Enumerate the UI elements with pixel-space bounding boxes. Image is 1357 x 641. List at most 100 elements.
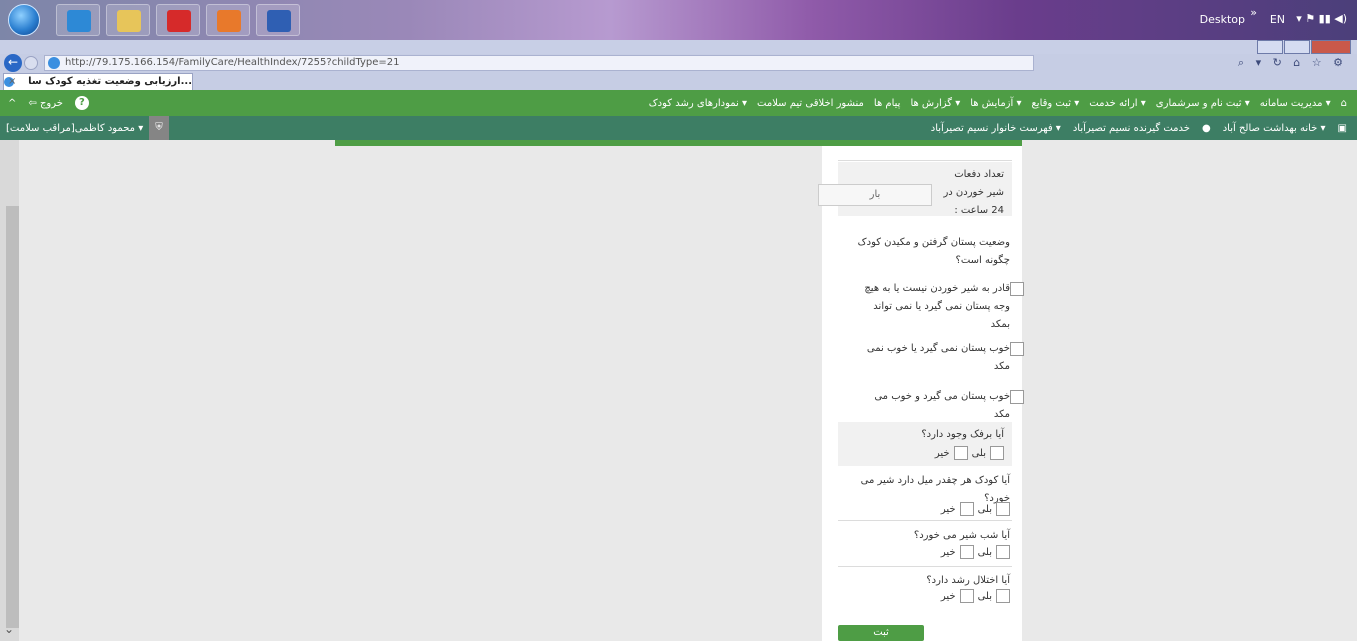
home-icon[interactable]: ⌂ bbox=[1341, 98, 1347, 109]
breadcrumb: ▣ خانه بهداشت صالح آباد ▾ ● خدمت گیرنده … bbox=[931, 116, 1347, 140]
latch-option-1[interactable]: قادر به شیر خوردن نیست یا به هیچ وجه پست… bbox=[860, 280, 1024, 334]
thrush-yes-no: بلی خیر bbox=[935, 446, 1004, 460]
wants-no-label: خیر bbox=[940, 503, 956, 515]
crumb-family-list[interactable]: فهرست خانوار نسیم تصیرآباد ▾ bbox=[931, 123, 1061, 134]
growth-yes-label: بلی bbox=[977, 590, 992, 602]
divider bbox=[838, 160, 1012, 161]
menu-messages[interactable]: پیام ها bbox=[874, 98, 901, 109]
wants-yes-checkbox[interactable] bbox=[996, 502, 1010, 516]
menu-growth-charts[interactable]: نمودارهای رشد کودک ▾ bbox=[649, 98, 747, 109]
windows-taskbar: Desktop » EN ▾ ⚑ ▮▮ ◀) bbox=[0, 0, 1357, 40]
menu-service[interactable]: ارائه خدمت ▾ bbox=[1089, 98, 1146, 109]
toolbar-chevron-icon[interactable]: » bbox=[1250, 6, 1257, 19]
exit-icon: ⇦ bbox=[28, 97, 40, 109]
latch-option-2-label: خوب پستان نمی گیرد یا خوب نمی مکد bbox=[866, 343, 1010, 372]
latch-option-3-label: خوب پستان می گیرد و خوب می مکد bbox=[874, 391, 1010, 420]
help-icon[interactable]: ? bbox=[74, 96, 89, 110]
scrollbar-thumb[interactable] bbox=[6, 206, 19, 628]
tab-title: ...ارزیابی وضعیت تغذیه کودک سا bbox=[28, 76, 192, 87]
night-no-label: خیر bbox=[940, 546, 956, 558]
clinic-icon: ▣ bbox=[1337, 122, 1347, 134]
back-arrow-icon[interactable]: ← bbox=[4, 54, 22, 72]
night-question: آیا شب شیر می خورد؟ bbox=[913, 530, 1010, 541]
latch-option-3-checkbox[interactable] bbox=[1010, 390, 1024, 404]
wants-no-checkbox[interactable] bbox=[959, 502, 974, 516]
collapse-chevron-icon[interactable]: ^ bbox=[8, 98, 16, 109]
person-icon: ● bbox=[1201, 122, 1211, 134]
wants-yes-no: بلی خیر bbox=[941, 502, 1010, 516]
left-scroll-band: ⌄ bbox=[0, 140, 19, 641]
page-favicon-icon bbox=[48, 57, 60, 69]
feed-count-input[interactable]: بار bbox=[818, 184, 932, 206]
growth-no-checkbox[interactable] bbox=[959, 589, 974, 603]
submit-button[interactable]: ثبت bbox=[838, 625, 924, 641]
thrush-no-label: خیر bbox=[934, 447, 950, 459]
exit-label: خروج bbox=[39, 97, 63, 109]
system-tray: Desktop » EN ▾ ⚑ ▮▮ ◀) bbox=[1187, 0, 1357, 40]
crumb-health-house[interactable]: خانه بهداشت صالح آباد ▾ bbox=[1223, 123, 1326, 134]
chevron-down-icon[interactable]: ⌄ bbox=[4, 622, 14, 636]
user-menu[interactable]: محمود کاظمی[مراقب سلامت] ▾ bbox=[6, 123, 143, 134]
minimize-button[interactable] bbox=[1257, 40, 1283, 54]
menu-events[interactable]: ثبت وقایع ▾ bbox=[1031, 98, 1079, 109]
exit-link[interactable]: ⇦ خروج bbox=[28, 98, 63, 109]
acrobat-icon[interactable] bbox=[156, 4, 200, 36]
crumb-client[interactable]: خدمت گیرنده نسیم تصیرآباد bbox=[1073, 123, 1190, 134]
address-bar-row: ← http://79.175.166.154/FamilyCare/Healt… bbox=[0, 54, 1357, 72]
night-yes-checkbox[interactable] bbox=[996, 545, 1010, 559]
thrush-question: آیا برفک وجود دارد؟ bbox=[921, 429, 1004, 440]
menu-registration[interactable]: ثبت نام و سرشماری ▾ bbox=[1156, 98, 1250, 109]
night-yes-label: بلی bbox=[977, 546, 992, 558]
ie-icon[interactable] bbox=[56, 4, 100, 36]
main-navbar: ⌂ مدیریت سامانه ▾ ثبت نام و سرشماری ▾ ار… bbox=[0, 90, 1357, 116]
growth-yes-checkbox[interactable] bbox=[996, 589, 1010, 603]
growth-yes-no: بلی خیر bbox=[941, 589, 1010, 603]
address-bar-icons[interactable]: ⌕ ▾ ↻ ⌂ ☆ ⚙ bbox=[1238, 56, 1347, 70]
tab-active[interactable]: ...ارزیابی وضعیت تغذیه کودک سا × bbox=[3, 73, 193, 90]
thrush-row: آیا برفک وجود دارد؟ بلی خیر bbox=[838, 422, 1012, 466]
growth-no-label: خیر bbox=[940, 590, 956, 602]
feed-count-label: تعداد دفعات شیر خوردن در 24 ساعت : bbox=[943, 169, 1004, 216]
tab-close-icon[interactable]: × bbox=[8, 74, 16, 90]
menu-system-management[interactable]: مدیریت سامانه ▾ bbox=[1260, 98, 1331, 109]
night-no-checkbox[interactable] bbox=[959, 545, 974, 559]
thrush-yes-label: بلی bbox=[971, 447, 986, 459]
language-indicator[interactable]: EN bbox=[1270, 13, 1285, 26]
growth-question: آیا اختلال رشد دارد؟ bbox=[926, 575, 1010, 586]
divider bbox=[838, 520, 1012, 521]
url-text: http://79.175.166.154/FamilyCare/HealthI… bbox=[65, 57, 400, 68]
word-icon[interactable] bbox=[256, 4, 300, 36]
menu-reports[interactable]: گزارش ها ▾ bbox=[910, 98, 960, 109]
media-icon[interactable] bbox=[206, 4, 250, 36]
latch-option-2-checkbox[interactable] bbox=[1010, 342, 1024, 356]
thrush-yes-checkbox[interactable] bbox=[990, 446, 1004, 460]
latch-option-1-label: قادر به شیر خوردن نیست یا به هیچ وجه پست… bbox=[864, 283, 1010, 330]
wants-yes-label: بلی bbox=[977, 503, 992, 515]
close-window-button[interactable] bbox=[1311, 40, 1351, 54]
start-button[interactable] bbox=[8, 4, 40, 36]
main-menu: ⌂ مدیریت سامانه ▾ ثبت نام و سرشماری ▾ ار… bbox=[649, 90, 1347, 116]
latch-option-3[interactable]: خوب پستان می گیرد و خوب می مکد bbox=[860, 388, 1024, 424]
forward-arrow-icon[interactable] bbox=[24, 56, 38, 70]
menu-ethics-charter[interactable]: منشور اخلاقی تیم سلامت bbox=[757, 98, 864, 109]
url-input[interactable]: http://79.175.166.154/FamilyCare/HealthI… bbox=[44, 55, 1034, 71]
night-yes-no: بلی خیر bbox=[941, 545, 1010, 559]
navbar-left-actions: ^ ⇦ خروج ? bbox=[8, 90, 89, 116]
latch-question: وضعیت پستان گرفتن و مکیدن کودک چگونه است… bbox=[857, 237, 1010, 266]
desktop-toolbar-label[interactable]: Desktop bbox=[1200, 13, 1245, 26]
browser-titlebar bbox=[0, 40, 1357, 54]
feed-count-row: تعداد دفعات شیر خوردن در 24 ساعت : بار bbox=[818, 162, 1012, 216]
user-avatar-icon[interactable]: ⛨ bbox=[149, 116, 169, 140]
window-controls bbox=[1256, 40, 1351, 54]
thrush-no-checkbox[interactable] bbox=[953, 446, 968, 460]
maximize-button[interactable] bbox=[1284, 40, 1310, 54]
tray-icons[interactable]: ▾ ⚑ ▮▮ ◀) bbox=[1296, 12, 1347, 25]
user-area: محمود کاظمی[مراقب سلامت] ▾ ⛨ bbox=[6, 116, 169, 140]
menu-tests[interactable]: آزمایش ها ▾ bbox=[970, 98, 1021, 109]
latch-option-1-checkbox[interactable] bbox=[1010, 282, 1024, 296]
sub-navbar: ▣ خانه بهداشت صالح آباد ▾ ● خدمت گیرنده … bbox=[0, 116, 1357, 140]
nutrition-form-panel: تعداد دفعات شیر خوردن در 24 ساعت : بار و… bbox=[818, 146, 1024, 641]
explorer-icon[interactable] bbox=[106, 4, 150, 36]
divider bbox=[838, 566, 1012, 567]
latch-option-2[interactable]: خوب پستان نمی گیرد یا خوب نمی مکد bbox=[860, 340, 1024, 376]
